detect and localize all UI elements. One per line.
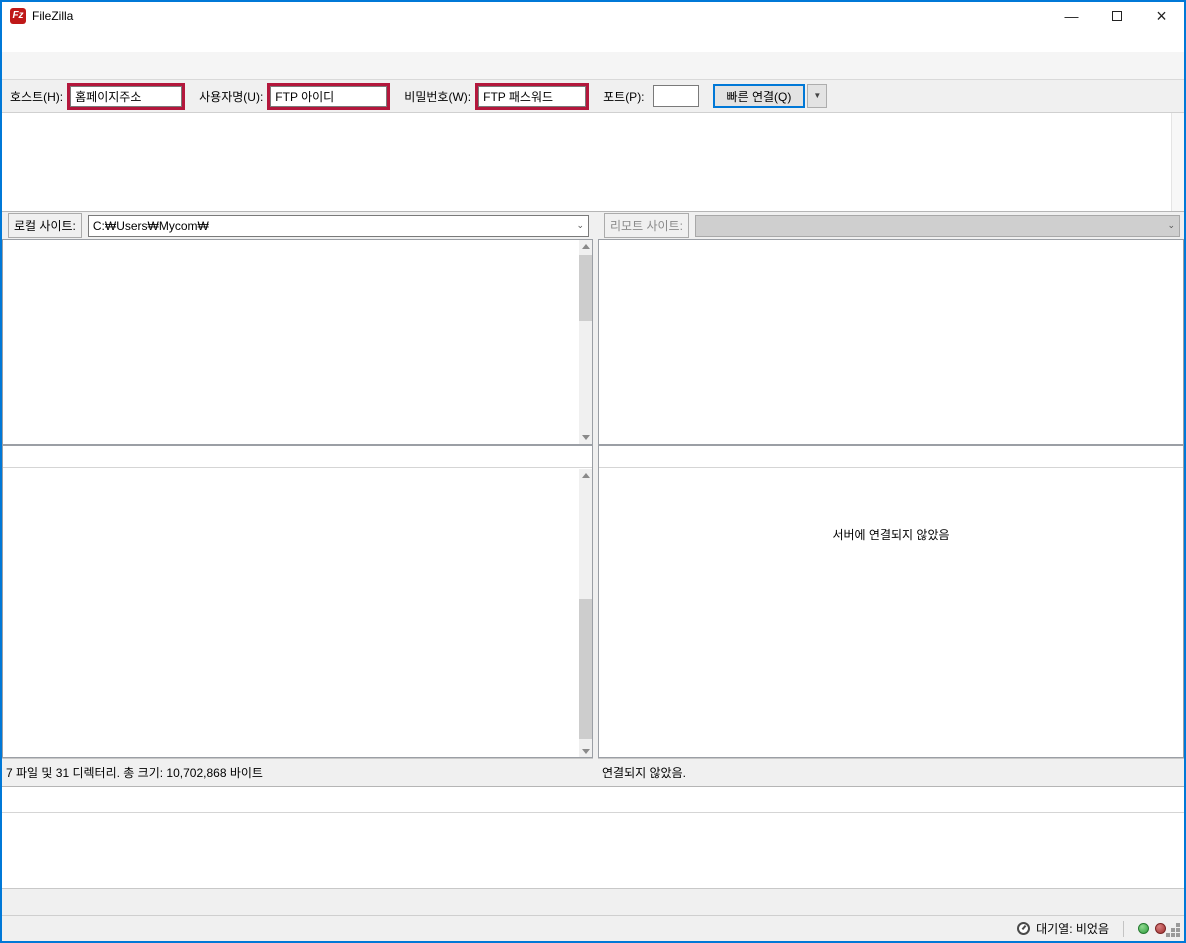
status-light-green-icon xyxy=(1138,923,1149,934)
status-light-red-icon xyxy=(1155,923,1166,934)
scroll-down-icon[interactable] xyxy=(582,749,590,754)
scrollbar-thumb[interactable] xyxy=(579,255,592,321)
queue-tabs xyxy=(2,888,1184,915)
local-site-combobox[interactable]: C:₩Users₩Mycom₩ ⌄ xyxy=(88,215,589,237)
transfer-queue-header xyxy=(2,787,1184,813)
resize-grip[interactable] xyxy=(1176,923,1180,927)
host-input[interactable] xyxy=(70,86,182,107)
remote-not-connected-message: 서버에 연결되지 않았음 xyxy=(599,526,1183,543)
close-button[interactable]: × xyxy=(1139,2,1184,30)
transfer-queue xyxy=(2,786,1184,888)
message-log-scrollbar[interactable] xyxy=(1171,113,1184,211)
scroll-down-icon[interactable] xyxy=(582,435,590,440)
remote-site-label: 리모트 사이트: xyxy=(604,213,689,238)
queue-gauge-icon xyxy=(1017,922,1030,935)
remote-connection-status: 연결되지 않았음. xyxy=(602,764,686,781)
password-annotation-box xyxy=(475,83,589,110)
scroll-up-icon[interactable] xyxy=(582,244,590,249)
scroll-up-icon[interactable] xyxy=(582,473,590,478)
local-tree-scrollbar[interactable] xyxy=(579,240,592,444)
local-site-bar: 로컬 사이트: C:₩Users₩Mycom₩ ⌄ xyxy=(2,212,593,239)
remote-file-list-header xyxy=(599,446,1183,468)
filezilla-logo-icon: Fz xyxy=(10,8,26,24)
remote-file-list: 서버에 연결되지 않았음 xyxy=(598,445,1184,758)
local-file-list-header xyxy=(3,446,592,468)
maximize-icon xyxy=(1112,11,1122,21)
remote-site-combobox: ⌄ xyxy=(695,215,1180,237)
local-file-list-scrollbar[interactable] xyxy=(579,469,592,758)
filezilla-window: Fz FileZilla — × 호스트(H): 사용자명(U): 비밀번호(W… xyxy=(0,0,1186,943)
remote-site-bar: 리모트 사이트: ⌄ xyxy=(598,212,1184,239)
menu-bar xyxy=(2,30,1184,52)
statusbar-divider xyxy=(1123,921,1124,937)
username-input[interactable] xyxy=(270,86,387,107)
remote-pane-status: 연결되지 않았음. xyxy=(598,758,1184,786)
maximize-button[interactable] xyxy=(1094,2,1139,30)
quickconnect-bar: 호스트(H): 사용자명(U): 비밀번호(W): 포트(P): 빠른 연결(Q… xyxy=(2,80,1184,113)
remote-directory-tree xyxy=(598,239,1184,445)
quickconnect-button[interactable]: 빠른 연결(Q) xyxy=(713,84,806,108)
local-site-label: 로컬 사이트: xyxy=(8,213,82,238)
message-log xyxy=(2,113,1184,212)
local-dir-summary: 7 파일 및 31 디렉터리. 총 크기: 10,702,868 바이트 xyxy=(6,764,263,781)
chevron-down-icon: ⌄ xyxy=(1167,220,1175,231)
password-input[interactable] xyxy=(478,86,586,107)
minimize-button[interactable]: — xyxy=(1049,2,1094,30)
title-bar: Fz FileZilla — × xyxy=(2,2,1184,30)
username-label: 사용자명(U): xyxy=(199,88,263,105)
local-directory-tree xyxy=(2,239,593,445)
port-input[interactable] xyxy=(653,85,699,107)
status-bar: 대기열: 비었음 xyxy=(2,915,1184,941)
username-annotation-box xyxy=(267,83,390,110)
queue-status-text: 대기열: 비었음 xyxy=(1036,920,1109,937)
quickconnect-dropdown-button[interactable]: ▼ xyxy=(807,84,827,108)
window-title: FileZilla xyxy=(32,9,73,23)
scrollbar-thumb[interactable] xyxy=(579,599,592,739)
local-file-list xyxy=(2,445,593,758)
chevron-down-icon[interactable]: ⌄ xyxy=(576,220,584,231)
local-site-path: C:₩Users₩Mycom₩ xyxy=(93,219,209,233)
host-annotation-box xyxy=(67,83,185,110)
toolbar xyxy=(2,52,1184,80)
local-pane-status: 7 파일 및 31 디렉터리. 총 크기: 10,702,868 바이트 xyxy=(2,758,593,786)
host-label: 호스트(H): xyxy=(10,88,63,105)
port-label: 포트(P): xyxy=(603,88,644,105)
password-label: 비밀번호(W): xyxy=(404,88,471,105)
